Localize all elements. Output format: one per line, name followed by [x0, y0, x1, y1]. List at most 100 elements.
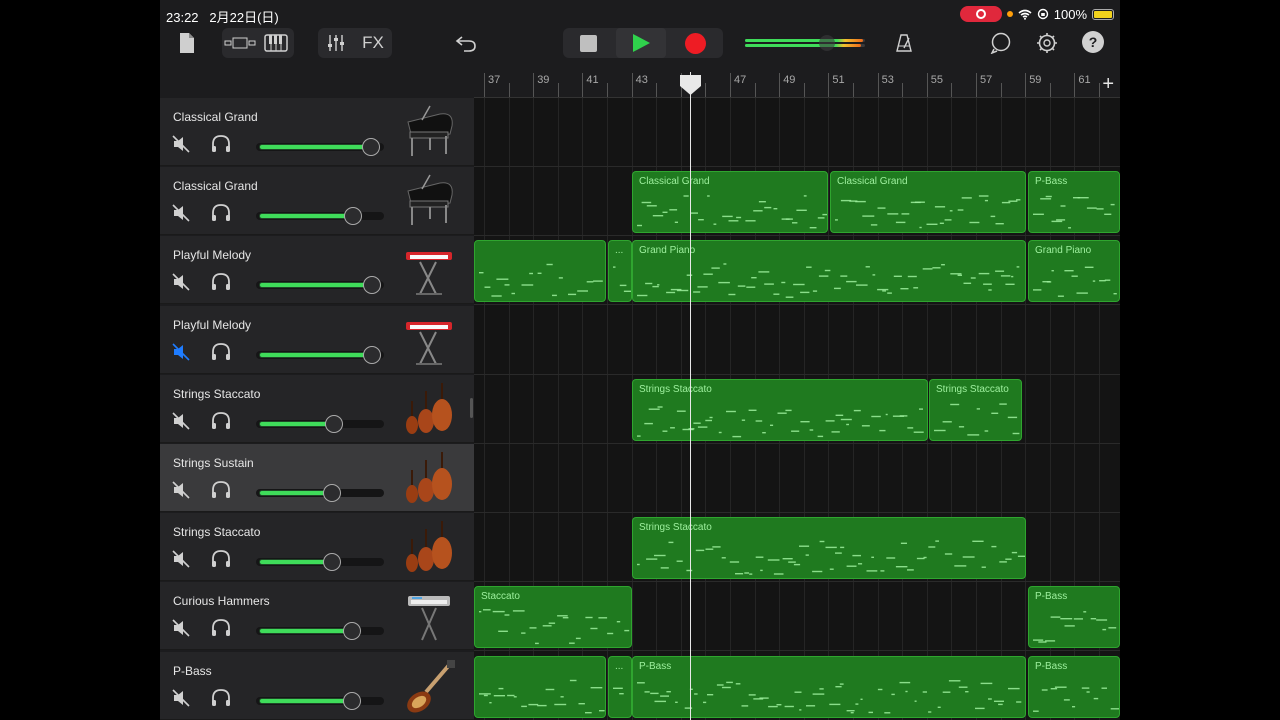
volume-knob[interactable]: [325, 414, 343, 433]
track-name: Classical Grand: [173, 110, 258, 124]
mute-button[interactable]: [171, 480, 191, 500]
track-volume-slider[interactable]: [256, 553, 384, 572]
track-header[interactable]: Strings Staccato: [160, 513, 474, 582]
track-volume-slider[interactable]: [256, 622, 384, 641]
tracks-view-icon[interactable]: [222, 28, 258, 58]
mute-button[interactable]: [171, 272, 191, 292]
strings-icon[interactable]: [402, 450, 458, 508]
solo-button[interactable]: [210, 134, 232, 154]
track-header[interactable]: Curious Hammers: [160, 582, 474, 651]
solo-button[interactable]: [210, 342, 232, 362]
audio-region[interactable]: Staccato: [474, 586, 632, 649]
my-songs-document-icon[interactable]: [176, 30, 198, 56]
track-volume-slider[interactable]: [256, 138, 384, 156]
audio-region[interactable]: Strings Staccato: [632, 378, 928, 441]
solo-button[interactable]: [210, 618, 232, 638]
audio-region[interactable]: ...: [608, 655, 632, 718]
solo-button[interactable]: [210, 549, 232, 569]
record-button[interactable]: [670, 28, 720, 58]
timeline-ruler[interactable]: 37394143454749515355575961 +: [474, 72, 1120, 98]
audio-region[interactable]: Strings Staccato: [929, 378, 1022, 441]
audio-region[interactable]: P-Bass: [1028, 171, 1120, 234]
keyboard-stand-icon[interactable]: [402, 242, 458, 300]
region-label: Grand Piano: [1035, 245, 1092, 257]
mute-button[interactable]: [171, 203, 191, 223]
undo-icon[interactable]: [452, 30, 480, 56]
track-lane[interactable]: [474, 306, 1120, 375]
mute-button[interactable]: [171, 688, 191, 708]
audio-region[interactable]: P-Bass: [1028, 655, 1120, 718]
bass-guitar-icon[interactable]: [402, 658, 458, 716]
track-header[interactable]: Classical Grand: [160, 167, 474, 236]
speaker-muted-icon: [171, 135, 191, 158]
track-header[interactable]: Playful Melody: [160, 305, 474, 374]
metronome-icon[interactable]: [892, 30, 916, 56]
strings-icon[interactable]: [402, 381, 458, 439]
grand-piano-icon[interactable]: [402, 173, 458, 231]
track-header[interactable]: Strings Sustain: [160, 444, 474, 512]
playhead-handle[interactable]: [679, 74, 702, 96]
audio-region[interactable]: Grand Piano: [632, 240, 1026, 303]
volume-knob[interactable]: [343, 622, 361, 641]
play-button[interactable]: [616, 28, 666, 58]
audio-region[interactable]: P-Bass: [1028, 586, 1120, 649]
master-volume-meter[interactable]: [745, 35, 865, 51]
volume-knob[interactable]: [363, 276, 381, 295]
audio-region[interactable]: Classical Grand: [830, 171, 1026, 234]
audio-region[interactable]: [474, 655, 606, 718]
volume-knob[interactable]: [323, 553, 341, 572]
battery-percent: 100%: [1053, 6, 1087, 22]
track-lane[interactable]: [474, 98, 1120, 167]
audio-region[interactable]: P-Bass: [632, 655, 1026, 718]
solo-button[interactable]: [210, 272, 232, 292]
mixer-sliders-icon[interactable]: [318, 28, 354, 58]
synth-stand-icon[interactable]: [402, 588, 458, 646]
solo-button[interactable]: [210, 411, 232, 431]
track-lane[interactable]: [474, 444, 1120, 513]
master-volume-knob[interactable]: [819, 35, 835, 51]
mute-button[interactable]: [171, 342, 191, 362]
solo-button[interactable]: [210, 480, 232, 500]
volume-knob[interactable]: [344, 207, 362, 226]
volume-knob[interactable]: [323, 484, 341, 502]
headphones-icon: [210, 550, 232, 573]
grand-piano-icon[interactable]: [402, 104, 458, 162]
mute-button[interactable]: [171, 618, 191, 638]
audio-region[interactable]: [474, 240, 606, 303]
audio-region[interactable]: ...: [608, 240, 632, 303]
track-resize-handle[interactable]: [470, 398, 473, 418]
track-volume-slider[interactable]: [256, 207, 384, 226]
screen-recording-indicator[interactable]: [959, 6, 1002, 22]
volume-knob[interactable]: [343, 691, 361, 710]
track-volume-slider[interactable]: [256, 276, 384, 295]
track-header[interactable]: Strings Staccato: [160, 374, 474, 443]
headphones-icon: [210, 619, 232, 642]
track-volume-slider[interactable]: [256, 484, 384, 502]
volume-knob[interactable]: [363, 345, 381, 364]
settings-gear-icon[interactable]: [1033, 30, 1061, 56]
strings-icon[interactable]: [402, 519, 458, 577]
volume-knob[interactable]: [362, 138, 380, 156]
mute-button[interactable]: [171, 411, 191, 431]
solo-button[interactable]: [210, 203, 232, 223]
track-volume-slider[interactable]: [256, 414, 384, 433]
mute-button[interactable]: [171, 134, 191, 154]
audio-region[interactable]: Classical Grand: [632, 171, 828, 234]
audio-region[interactable]: Strings Staccato: [632, 517, 1026, 580]
track-header[interactable]: Playful Melody: [160, 236, 474, 305]
audio-region[interactable]: Grand Piano: [1028, 240, 1120, 303]
track-header[interactable]: Classical Grand: [160, 98, 474, 166]
tracks-area[interactable]: Classical Grand Classical Grand P-Bass... G…: [474, 98, 1120, 720]
solo-button[interactable]: [210, 688, 232, 708]
add-section-button[interactable]: +: [1102, 74, 1114, 94]
keyboard-stand-icon[interactable]: [402, 312, 458, 370]
fx-button[interactable]: FX: [354, 28, 392, 58]
track-volume-slider[interactable]: [256, 345, 384, 364]
mute-button[interactable]: [171, 549, 191, 569]
stop-button[interactable]: [563, 28, 613, 58]
help-icon[interactable]: ?: [1082, 31, 1104, 53]
track-header[interactable]: P-Bass: [160, 651, 474, 720]
loop-browser-icon[interactable]: [987, 30, 1015, 56]
keyboard-instrument-icon[interactable]: [258, 28, 294, 58]
track-volume-slider[interactable]: [256, 691, 384, 710]
